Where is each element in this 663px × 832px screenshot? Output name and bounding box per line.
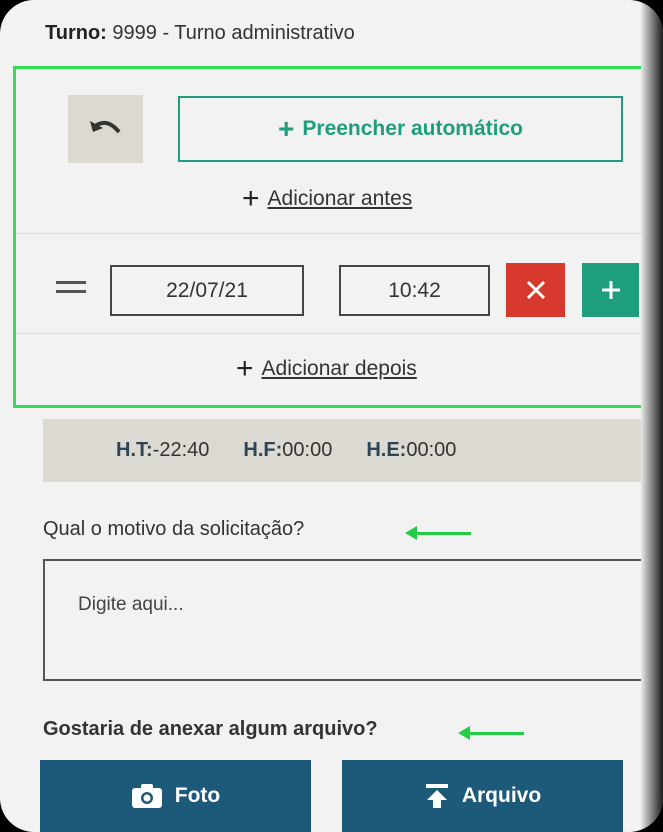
plus-icon — [601, 281, 620, 299]
time-value: 10:42 — [388, 278, 441, 302]
total-ht-value: -22:40 — [152, 439, 210, 461]
undo-button[interactable] — [68, 95, 143, 163]
total-he-label: H.E: — [366, 439, 407, 461]
reason-placeholder: Digite aqui... — [78, 594, 184, 615]
divider — [16, 233, 643, 234]
total-he: H.E:00:00 — [366, 439, 456, 462]
camera-icon — [131, 784, 162, 808]
undo-icon — [89, 120, 121, 134]
delete-entry-button[interactable] — [506, 263, 565, 317]
auto-fill-button[interactable]: + Preencher automático — [178, 96, 623, 162]
annotation-arrow-icon — [405, 526, 471, 540]
attachment-question: Gostaria de anexar algum arquivo? — [43, 718, 378, 740]
add-after-link[interactable]: + Adicionar depois — [236, 354, 417, 384]
plus-icon: + — [278, 113, 295, 144]
date-field[interactable]: 22/07/21 — [110, 265, 304, 316]
annotation-arrow-icon — [458, 726, 524, 740]
total-hf-label: H.F: — [243, 439, 283, 461]
shift-label: Turno: — [45, 22, 107, 44]
auto-fill-label: Preencher automático — [302, 117, 523, 140]
divider — [16, 333, 643, 334]
total-he-value: 00:00 — [406, 439, 457, 461]
shift-value: 9999 - Turno administrativo — [112, 22, 355, 44]
photo-button[interactable]: Foto — [40, 760, 311, 832]
add-entry-button[interactable] — [582, 263, 639, 317]
add-before-label: Adicionar antes — [267, 187, 413, 210]
plus-icon: + — [236, 352, 254, 385]
date-value: 22/07/21 — [166, 278, 248, 302]
total-ht: H.T:-22:40 — [116, 439, 209, 462]
photo-label: Foto — [174, 784, 221, 807]
shift-info: Turno: 9999 - Turno administrativo — [45, 22, 355, 45]
plus-icon: + — [242, 182, 260, 215]
reason-question: Qual o motivo da solicitação? — [43, 518, 305, 540]
total-hf: H.F:00:00 — [243, 439, 332, 462]
upload-icon — [425, 784, 448, 808]
hour-totals-bar: H.T:-22:40 H.F:00:00 H.E:00:00 — [43, 419, 648, 482]
file-button[interactable]: Arquivo — [342, 760, 623, 832]
device-frame-edge — [641, 0, 663, 832]
total-hf-value: 00:00 — [282, 439, 333, 461]
drag-handle-icon[interactable] — [56, 281, 86, 293]
screen: Turno: 9999 - Turno administrativo + Pre… — [0, 0, 663, 832]
time-field[interactable]: 10:42 — [339, 265, 490, 316]
add-after-label: Adicionar depois — [261, 357, 417, 380]
file-label: Arquivo — [461, 784, 542, 807]
total-ht-label: H.T: — [116, 439, 153, 461]
close-icon — [526, 280, 545, 300]
add-before-link[interactable]: + Adicionar antes — [242, 184, 412, 214]
reason-textarea[interactable]: Digite aqui... — [43, 559, 648, 681]
